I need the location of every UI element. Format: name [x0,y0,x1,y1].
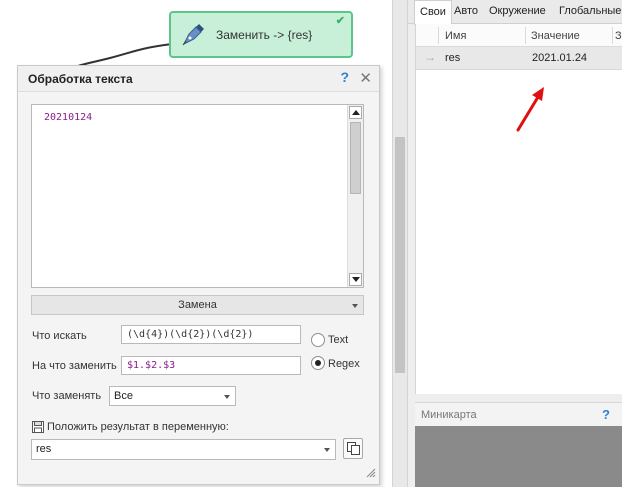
processing-mode-value: Замена [178,299,217,311]
radio-regex[interactable] [311,356,325,370]
find-label: Что искать [32,330,87,342]
what-replace-value: Все [114,390,133,402]
tab-auto[interactable]: Авто [454,5,478,17]
scroll-thumb[interactable] [395,137,405,373]
dialog-header[interactable]: Обработка текста ? ✕ [18,66,379,92]
chevron-down-icon [324,448,330,452]
input-text-value: 20210124 [44,112,93,123]
variables-table: Имя Значение З → res 2021.01.24 [415,24,622,394]
radio-regex-label: Regex [328,358,360,370]
cell-value: 2021.01.24 [532,52,588,64]
minimap-header: Миникарта ? [415,402,622,426]
text-processing-dialog: Обработка текста ? ✕ 20210124 Замена Что… [17,65,380,485]
scroll-thumb[interactable] [350,122,361,194]
tab-global[interactable]: Глобальные [559,5,621,17]
what-replace-label: Что заменять [32,390,102,402]
help-icon[interactable]: ? [340,69,349,85]
replace-label: На что заменить [32,360,117,372]
resize-grip-icon[interactable] [366,467,376,481]
tab-own[interactable]: Свои [414,0,452,25]
radio-text[interactable] [311,333,325,347]
chevron-down-icon [352,304,358,308]
variables-tabs: Свои Авто Окружение Глобальные [408,0,622,25]
project-canvas[interactable]: Заменить -> {res} ✔ Обработка текста ? ✕… [0,0,392,487]
column-divider [525,27,526,44]
scroll-up-arrow-icon[interactable] [349,106,362,119]
replace-action-node[interactable]: Заменить -> {res} ✔ [169,11,353,58]
scroll-down-arrow-icon[interactable] [349,273,362,286]
copy-button[interactable] [343,438,363,459]
what-replace-select[interactable]: Все [109,386,236,406]
chevron-down-icon [224,395,230,399]
replace-input-value: $1.$2.$3 [127,360,176,371]
column-divider [612,27,613,44]
save-var-select[interactable]: res [31,439,336,460]
find-input[interactable]: (\d{4})(\d{2})(\d{2}) [121,325,301,344]
canvas-scrollbar[interactable] [392,0,408,487]
table-header: Имя Значение З [416,24,622,47]
minimap-title: Миникарта [421,409,477,421]
close-icon[interactable]: ✕ [359,69,372,87]
column-header-name[interactable]: Имя [445,30,466,42]
minimap-view[interactable] [415,426,622,487]
column-header-third[interactable]: З [615,30,622,42]
check-icon: ✔ [335,15,345,27]
input-text-area[interactable]: 20210124 [31,104,364,288]
copy-icon [347,442,360,458]
processing-mode-select[interactable]: Замена [31,295,364,315]
table-row[interactable]: → res 2021.01.24 [416,47,622,70]
tab-environment[interactable]: Окружение [489,5,546,17]
dialog-title: Обработка текста [28,72,133,86]
save-var-value: res [36,443,52,455]
floppy-disk-icon [32,421,44,436]
cell-name: res [445,52,461,64]
radio-text-label: Text [328,334,349,346]
pen-nib-icon [179,21,207,52]
variables-panel: Свои Авто Окружение Глобальные Имя Значе… [408,0,622,487]
save-var-label: Положить результат в переменную: [47,421,229,433]
column-divider [438,27,439,44]
textarea-scrollbar[interactable] [347,105,363,287]
replace-input[interactable]: $1.$2.$3 [121,356,301,375]
help-icon[interactable]: ? [602,407,610,422]
column-header-value[interactable]: Значение [531,30,580,42]
node-label: Заменить -> {res} [216,28,313,42]
find-input-value: (\d{4})(\d{2})(\d{2}) [127,329,254,340]
arrow-right-icon: → [424,50,436,64]
